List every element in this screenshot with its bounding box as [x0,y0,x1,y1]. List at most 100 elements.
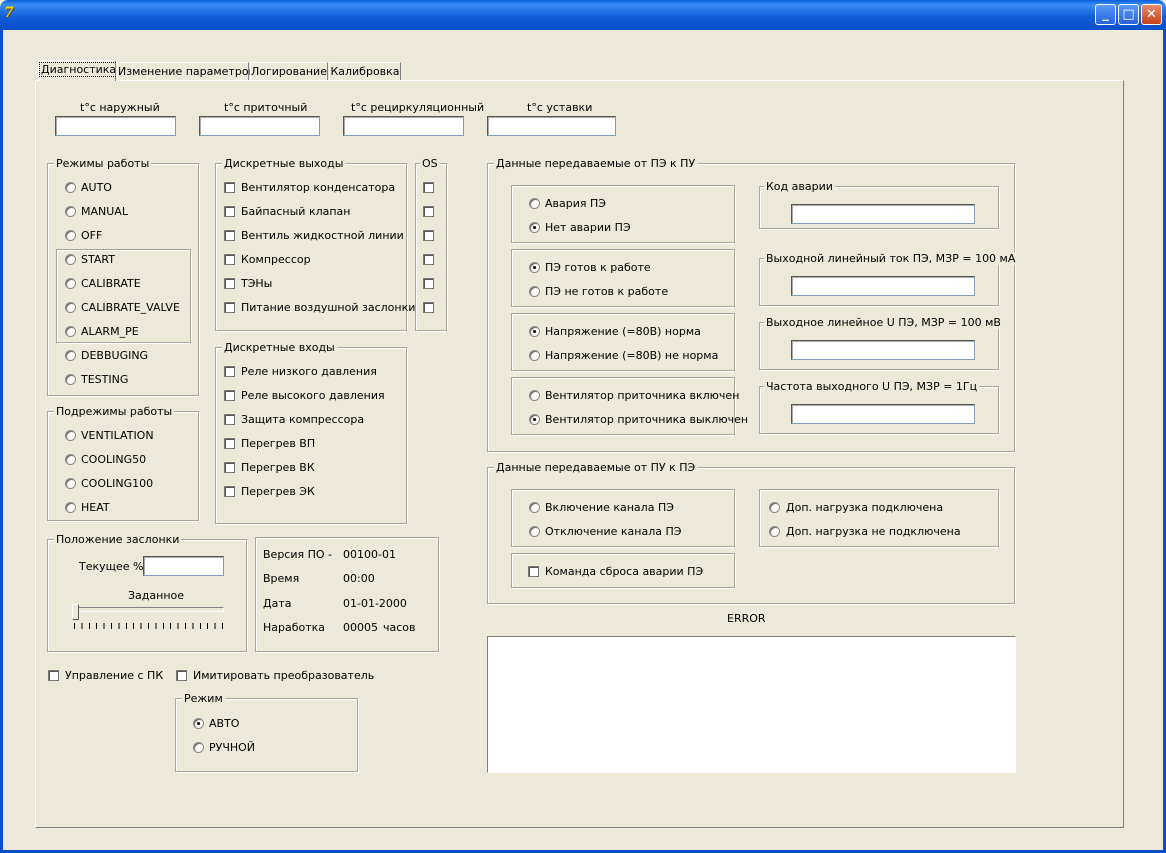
fan-off-label[interactable]: Вентилятор приточника выключен [545,413,748,426]
maximize-button[interactable]: □ [1118,4,1139,25]
volt-ok-label[interactable]: Напряжение (=80В) норма [545,325,701,338]
in-overheat-vp-checkbox[interactable] [224,438,235,449]
os-checkbox-4[interactable] [423,254,434,265]
mode-start-radio[interactable] [65,254,76,265]
in-compressor-protection-label[interactable]: Защита компрессора [241,413,364,426]
out-bypass-valve-checkbox[interactable] [224,206,235,217]
temp-setpoint-field[interactable] [487,116,616,136]
mode-calibrate-label[interactable]: CALIBRATE [81,277,141,290]
damper-current-field[interactable] [143,556,224,576]
ready-label[interactable]: ПЭ готов к работе [545,261,651,274]
pc-control-label[interactable]: Управление с ПК [65,669,163,682]
reset-label[interactable]: Команда сброса аварии ПЭ [545,565,703,578]
in-low-pressure-label[interactable]: Реле низкого давления [241,365,377,378]
submode-heat-label[interactable]: HEAT [81,501,110,514]
submode-ventilation-radio[interactable] [65,430,76,441]
mode-debugging-label[interactable]: DEBBUGING [81,349,148,362]
submode-heat-radio[interactable] [65,502,76,513]
fan-on-label[interactable]: Вентилятор приточника включен [545,389,739,402]
mode-calibrate-radio[interactable] [65,278,76,289]
minimize-button[interactable]: _ [1095,4,1116,25]
os-checkbox-6[interactable] [423,302,434,313]
pc-control-checkbox[interactable] [48,670,59,681]
in-overheat-vk-checkbox[interactable] [224,462,235,473]
tab-logging[interactable]: Логирование [250,62,328,80]
out-damper-power-label[interactable]: Питание воздушной заслонки [241,301,415,314]
mode-start-label[interactable]: START [81,253,115,266]
os-checkbox-1[interactable] [423,182,434,193]
regime-manual-radio[interactable] [193,742,204,753]
not-ready-label[interactable]: ПЭ не готов к работе [545,285,668,298]
in-overheat-ek-label[interactable]: Перегрев ЭК [241,485,315,498]
load-on-label[interactable]: Доп. нагрузка подключена [786,501,943,514]
regime-auto-label[interactable]: АВТО [209,717,239,730]
out-bypass-valve-label[interactable]: Байпасный клапан [241,205,350,218]
mode-calibrate-valve-label[interactable]: CALIBRATE_VALVE [81,301,180,314]
temp-outdoor-field[interactable] [55,116,176,136]
load-off-label[interactable]: Доп. нагрузка не подключена [786,525,961,538]
in-low-pressure-checkbox[interactable] [224,366,235,377]
error-textarea[interactable] [487,636,1016,773]
mode-calibrate-valve-radio[interactable] [65,302,76,313]
alarm-code-field[interactable] [791,204,975,224]
mode-manual-label[interactable]: MANUAL [81,205,128,218]
volt-ok-radio[interactable] [529,326,540,337]
title-bar[interactable] [0,0,1166,30]
ready-radio[interactable] [529,262,540,273]
reset-checkbox[interactable] [528,566,539,577]
in-high-pressure-checkbox[interactable] [224,390,235,401]
in-overheat-vk-label[interactable]: Перегрев ВК [241,461,315,474]
simulate-checkbox[interactable] [176,670,187,681]
mode-off-radio[interactable] [65,230,76,241]
alarm-radio[interactable] [529,198,540,209]
mode-auto-label[interactable]: AUTO [81,181,112,194]
damper-slider-thumb[interactable] [72,604,79,620]
tab-diagnostics[interactable]: Диагностика [38,60,119,81]
temp-recirc-field[interactable] [343,116,464,136]
in-overheat-ek-checkbox[interactable] [224,486,235,497]
out-current-field[interactable] [791,276,975,296]
out-liquid-valve-label[interactable]: Вентиль жидкостной линии [241,229,404,242]
in-overheat-vp-label[interactable]: Перегрев ВП [241,437,315,450]
submode-cooling100-label[interactable]: COOLING100 [81,477,153,490]
volt-bad-label[interactable]: Напряжение (=80В) не норма [545,349,718,362]
out-liquid-valve-checkbox[interactable] [224,230,235,241]
os-checkbox-2[interactable] [423,206,434,217]
out-heaters-checkbox[interactable] [224,278,235,289]
mode-testing-radio[interactable] [65,374,76,385]
tab-calibration[interactable]: Калибровка [329,62,401,80]
close-button[interactable]: ✕ [1141,4,1162,25]
not-ready-radio[interactable] [529,286,540,297]
out-compressor-checkbox[interactable] [224,254,235,265]
out-damper-power-checkbox[interactable] [224,302,235,313]
alarm-label[interactable]: Авария ПЭ [545,197,606,210]
no-alarm-label[interactable]: Нет аварии ПЭ [545,221,631,234]
in-compressor-protection-checkbox[interactable] [224,414,235,425]
no-alarm-radio[interactable] [529,222,540,233]
out-condenser-fan-checkbox[interactable] [224,182,235,193]
temp-supply-field[interactable] [199,116,320,136]
regime-auto-radio[interactable] [193,718,204,729]
app-icon[interactable]: 7 [4,5,22,23]
out-voltage-field[interactable] [791,340,975,360]
volt-bad-radio[interactable] [529,350,540,361]
submode-cooling50-radio[interactable] [65,454,76,465]
out-condenser-fan-label[interactable]: Вентилятор конденсатора [241,181,395,194]
fan-off-radio[interactable] [529,414,540,425]
out-heaters-label[interactable]: ТЭНы [241,277,272,290]
submode-cooling50-label[interactable]: COOLING50 [81,453,146,466]
mode-alarm-pe-label[interactable]: ALARM_PE [81,325,139,338]
load-off-radio[interactable] [769,526,780,537]
fan-on-radio[interactable] [529,390,540,401]
os-checkbox-5[interactable] [423,278,434,289]
simulate-label[interactable]: Имитировать преобразователь [193,669,374,682]
channel-on-radio[interactable] [529,502,540,513]
mode-alarm-pe-radio[interactable] [65,326,76,337]
out-compressor-label[interactable]: Компрессор [241,253,311,266]
load-on-radio[interactable] [769,502,780,513]
channel-on-label[interactable]: Включение канала ПЭ [545,501,674,514]
damper-slider-track[interactable] [74,607,224,612]
regime-manual-label[interactable]: РУЧНОЙ [209,741,255,754]
channel-off-label[interactable]: Отключение канала ПЭ [545,525,681,538]
mode-manual-radio[interactable] [65,206,76,217]
